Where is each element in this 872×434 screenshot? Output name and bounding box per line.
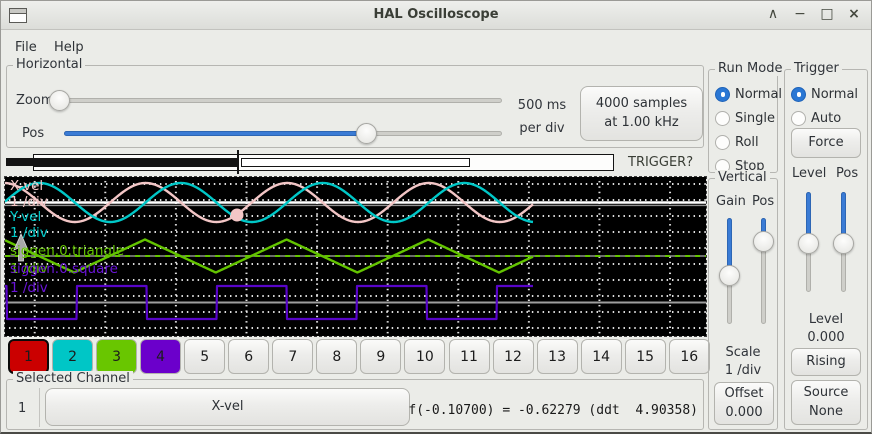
separator	[39, 388, 40, 427]
trigger-auto[interactable]: Auto	[791, 108, 841, 128]
channel-button-13[interactable]: 13	[537, 339, 578, 374]
trigger-pos-slider[interactable]	[833, 192, 855, 292]
trigger-group-label: Trigger	[791, 61, 842, 76]
trigger-level-readout-label: Level	[785, 312, 867, 327]
vertical-group: Vertical Gain Pos Scale 1 /div Offset 0.…	[708, 178, 778, 430]
trigger-edge-button[interactable]: Rising	[791, 348, 861, 376]
channel-button-16[interactable]: 16	[669, 339, 710, 374]
menu-help[interactable]: Help	[50, 38, 88, 57]
shade-icon[interactable]: ∧	[766, 6, 780, 22]
trigger-status: TRIGGER?	[628, 155, 693, 170]
channel-button-15[interactable]: 15	[625, 339, 666, 374]
channel2-name-label: Y-vel	[10, 209, 41, 225]
vertical-gain-slider[interactable]	[719, 218, 741, 324]
horizontal-group-label: Horizontal	[13, 57, 85, 72]
selected-channel-group-label: Selected Channel	[13, 371, 133, 386]
channel1-name-label: X-vel	[10, 178, 43, 194]
record-view-window[interactable]	[241, 158, 470, 167]
scope-display[interactable]: X-vel 1 /div Y-vel 1 /div siggen.0.trian…	[5, 177, 706, 336]
zoom-label: Zoom	[16, 93, 53, 108]
trigger-level-slider[interactable]	[798, 192, 820, 292]
channel-button-14[interactable]: 14	[581, 339, 622, 374]
radio-icon[interactable]	[715, 111, 730, 126]
vertical-group-label: Vertical	[715, 170, 770, 185]
channel3-name-label: siggen.0.triangle	[10, 243, 124, 259]
trigger-pos-column-label: Pos	[836, 166, 858, 181]
minimize-icon[interactable]: −	[793, 6, 807, 22]
radio-icon[interactable]	[715, 87, 730, 102]
pos-slider-handle[interactable]	[356, 123, 377, 144]
channel4-name-label: siggen.0.square	[10, 261, 118, 277]
zoom-slider-handle[interactable]	[49, 90, 70, 111]
per-div-readout: 500 ms per div	[510, 94, 574, 140]
window-title: HAL Oscilloscope	[1, 7, 871, 22]
channel1-scale-label: 1 /div	[10, 194, 48, 210]
trigger-position-marker[interactable]	[237, 150, 239, 174]
menu-file[interactable]: File	[11, 38, 41, 57]
channel-button-7[interactable]: 7	[272, 339, 313, 374]
trigger-normal[interactable]: Normal	[791, 84, 858, 104]
vertical-scale-label: Scale	[709, 345, 777, 360]
horizontal-zoom-slider[interactable]	[57, 90, 502, 112]
samples-button[interactable]: 4000 samples at 1.00 kHz	[580, 86, 703, 141]
run-mode-normal[interactable]: Normal	[715, 84, 782, 104]
channel-button-6[interactable]: 6	[228, 339, 269, 374]
trigger-source-button[interactable]: Source None	[791, 380, 861, 425]
radio-icon[interactable]	[791, 87, 806, 102]
vertical-pos-slider[interactable]	[753, 218, 775, 324]
channel-value-readout: f(-0.10700) = -0.62279 (ddt 4.90358)	[408, 403, 698, 418]
channel4-scale-label: 1 /div	[10, 280, 48, 296]
radio-icon[interactable]	[715, 135, 730, 150]
channel-button-11[interactable]: 11	[449, 339, 490, 374]
channel-name-button[interactable]: X-vel	[45, 388, 410, 426]
channel-button-3[interactable]: 3	[96, 339, 137, 374]
channel-button-1[interactable]: 1	[8, 339, 49, 374]
vertical-gain-label: Gain	[716, 194, 746, 209]
channel-button-row: 12345678910111213141516	[1, 339, 711, 375]
channel-button-8[interactable]: 8	[316, 339, 357, 374]
run-mode-group: Run Mode Normal Single Roll Stop	[708, 69, 778, 173]
run-mode-group-label: Run Mode	[715, 61, 785, 76]
record-bar-head	[6, 158, 33, 166]
trigger-group: Trigger Normal Auto Force Level Pos Leve…	[784, 69, 868, 430]
run-mode-single[interactable]: Single	[715, 108, 775, 128]
channel2-scale-label: 1 /div	[10, 225, 48, 241]
vertical-pos-handle[interactable]	[753, 231, 774, 252]
radio-icon[interactable]	[791, 111, 806, 126]
channel-button-12[interactable]: 12	[493, 339, 534, 374]
horizontal-group: Horizontal Zoom Pos 500 ms per div 4000 …	[6, 65, 704, 148]
record-bar-fill	[34, 158, 237, 167]
vertical-pos-label: Pos	[752, 194, 774, 209]
vertical-scale-value: 1 /div	[709, 363, 777, 378]
close-icon[interactable]: ×	[847, 6, 861, 22]
channel-button-2[interactable]: 2	[52, 339, 93, 374]
trigger-level-readout-value: 0.000	[785, 330, 867, 345]
pos-label: Pos	[22, 126, 44, 141]
force-button[interactable]: Force	[791, 128, 861, 158]
run-mode-roll[interactable]: Roll	[715, 132, 759, 152]
horizontal-pos-slider[interactable]	[64, 123, 502, 145]
trigger-level-handle[interactable]	[798, 233, 819, 254]
selected-channel-number: 1	[18, 401, 26, 416]
menubar: File Help	[1, 31, 871, 59]
hal-oscilloscope-window: HAL Oscilloscope ∧ − □ × File Help Horiz…	[0, 0, 872, 434]
channel-button-9[interactable]: 9	[360, 339, 401, 374]
vertical-gain-handle[interactable]	[719, 265, 740, 286]
channel-button-10[interactable]: 10	[404, 339, 445, 374]
trigger-level-column-label: Level	[792, 166, 826, 181]
channel-button-5[interactable]: 5	[184, 339, 225, 374]
channel-button-4[interactable]: 4	[140, 339, 181, 374]
scope-frame: X-vel 1 /div Y-vel 1 /div siggen.0.trian…	[4, 176, 707, 337]
vertical-offset-button[interactable]: Offset 0.000	[714, 382, 774, 425]
selected-channel-group: Selected Channel 1 X-vel f(-0.10700) = -…	[6, 379, 704, 430]
titlebar: HAL Oscilloscope ∧ − □ ×	[1, 1, 871, 30]
trigger-pos-handle[interactable]	[833, 233, 854, 254]
maximize-icon[interactable]: □	[820, 6, 834, 22]
